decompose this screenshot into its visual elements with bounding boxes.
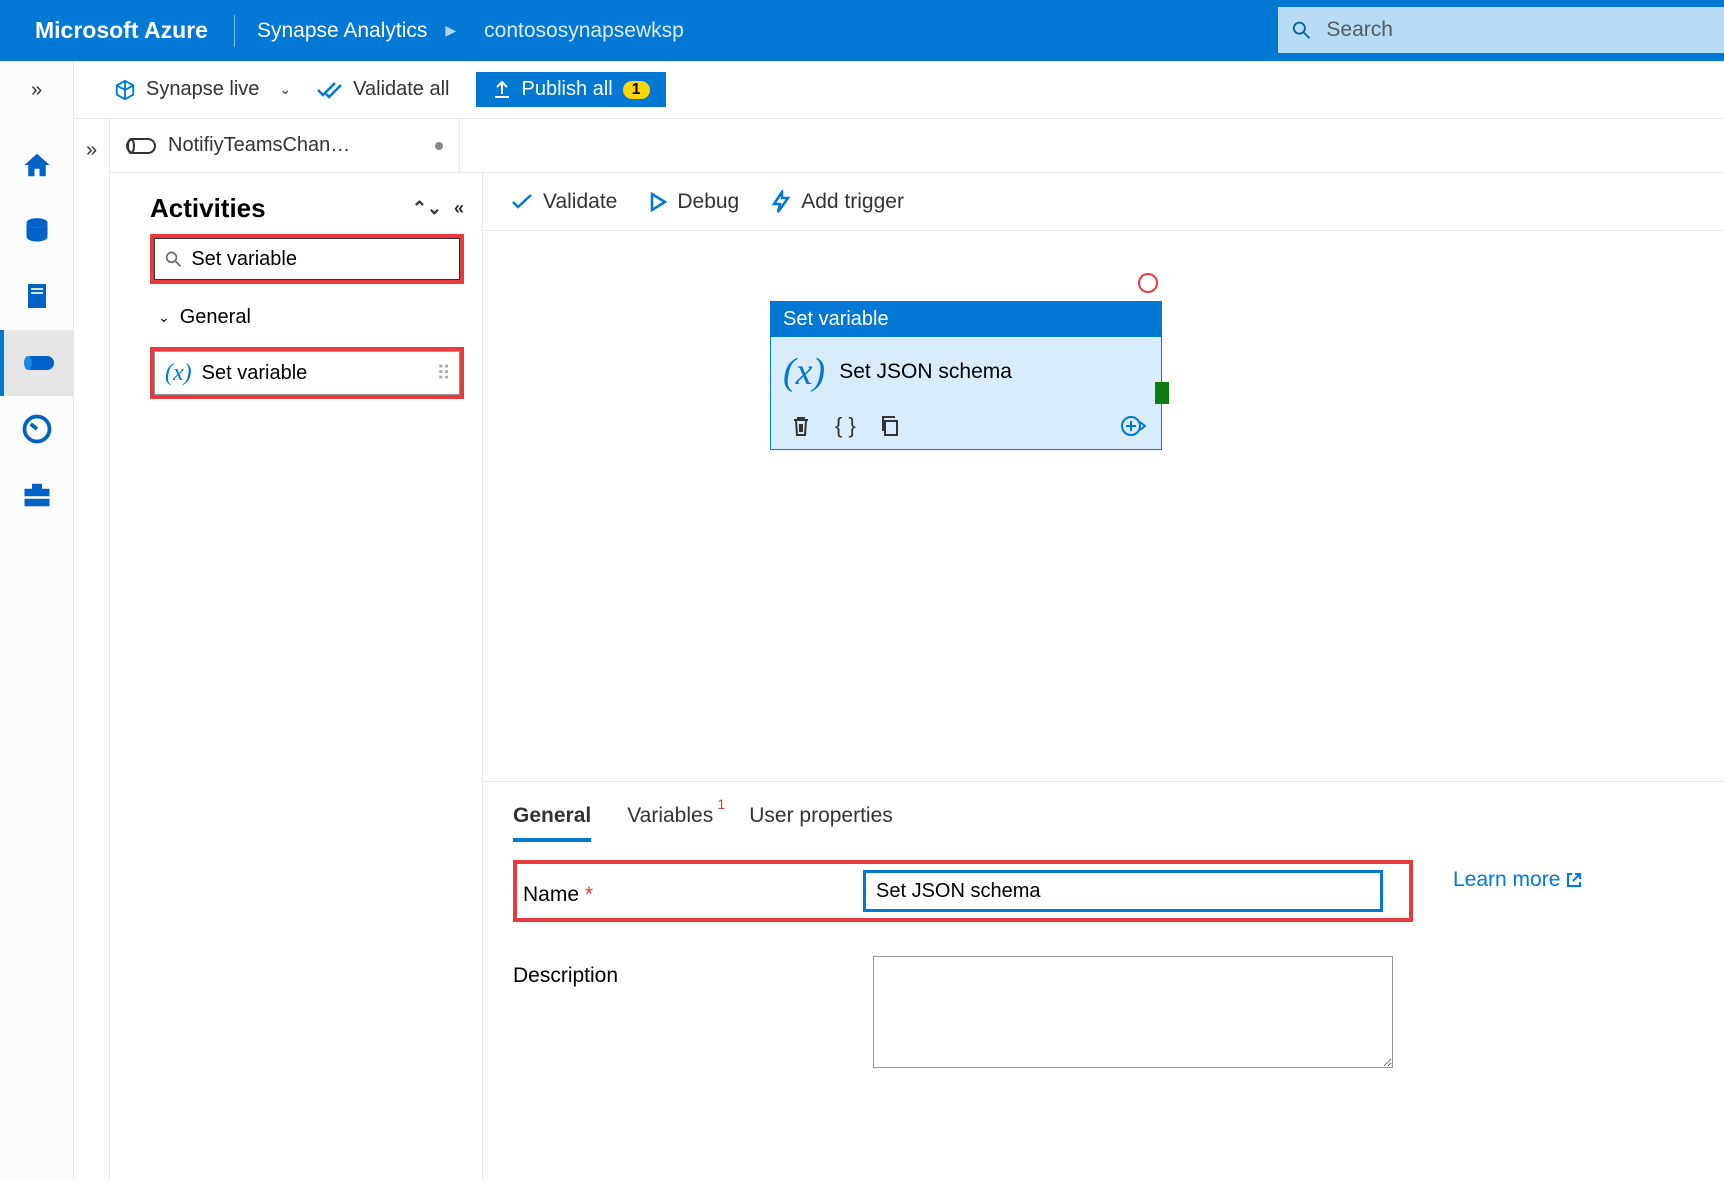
activity-description-input[interactable] <box>873 956 1393 1068</box>
top-header: Microsoft Azure Synapse Analytics ▶ cont… <box>0 0 1724 61</box>
home-icon <box>22 150 52 180</box>
canvas-toolbar: Validate Debug Add trigger <box>483 173 1724 231</box>
delete-icon[interactable] <box>791 415 811 437</box>
search-icon <box>1292 20 1310 40</box>
nav-home[interactable] <box>0 132 74 198</box>
pipeline-tab[interactable]: NotifiyTeamsChan… <box>110 119 460 173</box>
synapse-live-dropdown[interactable]: Synapse live ⌄ <box>114 78 291 101</box>
collapse-all-icon[interactable]: ⌃⌄ <box>412 198 442 219</box>
add-trigger-button[interactable]: Add trigger <box>771 190 904 214</box>
activities-heading: Activities ⌃⌄ « <box>150 193 464 224</box>
pipeline-icon <box>22 352 56 374</box>
pipeline-tab-label: NotifiyTeamsChan… <box>168 134 350 157</box>
workspace-toolbar: Synapse live ⌄ Validate all Publish all … <box>74 61 1724 119</box>
activity-name-input[interactable] <box>863 870 1383 912</box>
check-all-icon <box>317 81 343 99</box>
nav-integrate[interactable] <box>0 330 74 396</box>
activity-group-general[interactable]: ⌄ General <box>150 306 464 329</box>
learn-more-link[interactable]: Learn more <box>1453 860 1582 892</box>
brand-label[interactable]: Microsoft Azure <box>0 17 234 44</box>
publish-all-button[interactable]: Publish all 1 <box>476 72 666 107</box>
activity-set-variable[interactable]: (x) Set variable ⠿ <box>154 351 460 395</box>
node-validation-indicator <box>1138 273 1158 293</box>
braces-icon[interactable]: { } <box>835 413 856 439</box>
node-type-label: Set variable <box>771 302 1161 337</box>
breadcrumb-service[interactable]: Synapse Analytics <box>235 19 439 43</box>
publish-all-label: Publish all <box>522 78 613 101</box>
variable-icon: (x) <box>165 360 192 387</box>
nav-develop[interactable] <box>0 264 74 330</box>
breadcrumb-workspace[interactable]: contososynapsewksp <box>462 19 696 43</box>
debug-button[interactable]: Debug <box>649 190 739 214</box>
tab-variables[interactable]: Variables 1 <box>627 804 713 842</box>
panel-expand-button[interactable]: » <box>74 119 110 1180</box>
activity-group-label: General <box>180 306 251 329</box>
validate-label: Validate <box>543 190 617 214</box>
left-nav: » <box>0 61 74 1180</box>
gauge-icon <box>22 414 52 444</box>
activities-search-input[interactable] <box>191 248 449 271</box>
nav-expand-button[interactable]: » <box>31 79 42 102</box>
validate-button[interactable]: Validate <box>511 190 617 214</box>
trigger-icon <box>771 190 791 214</box>
validate-all-label: Validate all <box>353 78 449 101</box>
drag-grip-icon[interactable]: ⠿ <box>436 361 449 386</box>
copy-icon[interactable] <box>880 415 900 437</box>
publish-count-badge: 1 <box>623 81 650 99</box>
add-output-icon[interactable] <box>1121 415 1147 437</box>
upload-icon <box>492 80 512 100</box>
tab-general[interactable]: General <box>513 804 591 842</box>
check-icon <box>511 193 533 211</box>
validate-all-button[interactable]: Validate all <box>317 78 449 101</box>
activity-item-highlight: (x) Set variable ⠿ <box>150 347 464 399</box>
global-search[interactable] <box>1278 7 1724 53</box>
database-icon <box>23 216 51 246</box>
node-output-handle[interactable] <box>1155 382 1169 404</box>
synapse-live-label: Synapse live <box>146 78 259 101</box>
unsaved-indicator <box>435 142 443 150</box>
play-icon <box>649 192 667 212</box>
add-trigger-label: Add trigger <box>801 190 904 214</box>
activities-panel: Activities ⌃⌄ « <box>110 173 482 1180</box>
properties-panel: General Variables 1 User properties <box>483 781 1724 1068</box>
activity-item-label: Set variable <box>202 362 308 385</box>
canvas-area[interactable]: Set variable (x) Set JSON schema { } <box>483 231 1724 781</box>
nav-manage[interactable] <box>0 462 74 528</box>
nav-monitor[interactable] <box>0 396 74 462</box>
external-link-icon <box>1566 872 1582 888</box>
panel-collapse-icon[interactable]: « <box>454 198 464 219</box>
pipeline-tab-icon <box>126 136 156 156</box>
document-icon <box>25 282 49 312</box>
chevron-right-icon: ▶ <box>439 22 462 39</box>
search-icon <box>165 250 181 268</box>
debug-label: Debug <box>677 190 739 214</box>
activities-search-highlight <box>150 234 464 284</box>
editor-tabstrip: NotifiyTeamsChan… <box>110 119 1724 173</box>
toolbox-icon <box>22 481 52 509</box>
description-label: Description <box>513 956 853 988</box>
name-label: Name * <box>523 875 863 907</box>
global-search-input[interactable] <box>1326 18 1724 42</box>
cube-icon <box>114 79 136 101</box>
name-row-highlight: Name * <box>513 860 1413 922</box>
chevron-down-icon: ⌄ <box>279 81 291 98</box>
chevron-down-icon: ⌄ <box>158 309 170 326</box>
pipeline-canvas[interactable]: Validate Debug Add trigger <box>482 173 1724 1180</box>
nav-data[interactable] <box>0 198 74 264</box>
tab-variables-badge: 1 <box>717 796 725 812</box>
variable-icon: (x) <box>783 353 825 391</box>
activity-node-set-variable[interactable]: Set variable (x) Set JSON schema { } <box>770 301 1162 450</box>
tab-user-properties[interactable]: User properties <box>749 804 893 842</box>
node-name-label: Set JSON schema <box>839 360 1012 384</box>
